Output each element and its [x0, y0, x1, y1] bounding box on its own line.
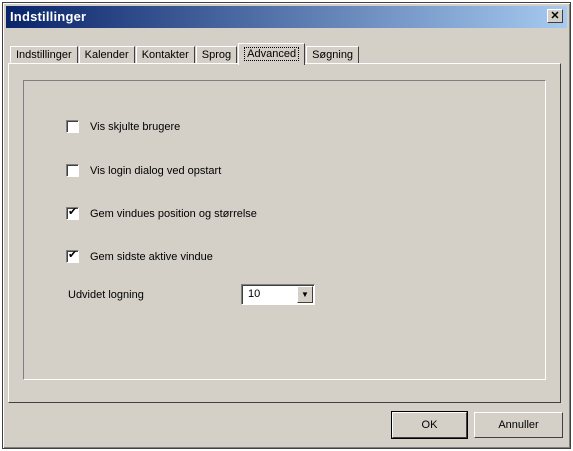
tab-strip: Indstillinger Kalender Kontakter Sprog A… — [10, 42, 360, 65]
close-button[interactable]: ✕ — [547, 9, 563, 23]
title-bar[interactable]: Indstillinger ✕ — [6, 6, 567, 28]
tab-label: Advanced — [244, 47, 300, 61]
option-label: Gem vindues position og størrelse — [90, 207, 257, 220]
logging-select[interactable]: 10 ▼ — [241, 284, 315, 305]
tab-kalender[interactable]: Kalender — [78, 46, 135, 64]
option-save-window-position[interactable]: Gem vindues position og størrelse — [66, 205, 257, 220]
option-save-last-window[interactable]: Gem sidste aktive vindue — [66, 248, 213, 263]
option-label: Gem sidste aktive vindue — [90, 250, 213, 263]
option-label: Vis skjulte brugere — [90, 120, 181, 133]
checkbox[interactable] — [66, 120, 79, 133]
checkbox-checked[interactable] — [66, 248, 79, 263]
dropdown-button[interactable]: ▼ — [297, 286, 313, 303]
chevron-down-icon: ▼ — [301, 290, 309, 299]
tab-indstillinger[interactable]: Indstillinger — [10, 46, 78, 64]
tab-sprog[interactable]: Sprog — [195, 46, 238, 64]
checkbox[interactable] — [66, 164, 79, 177]
tab-sogning[interactable]: Søgning — [306, 46, 360, 64]
tab-label: Indstillinger — [16, 49, 72, 61]
tab-panel — [8, 63, 561, 403]
option-show-hidden-users[interactable]: Vis skjulte brugere — [66, 120, 180, 133]
checkbox-checked[interactable] — [66, 205, 79, 220]
logging-label: Udvidet logning — [68, 289, 144, 301]
tab-label: Kontakter — [141, 49, 189, 61]
option-label: Vis login dialog ved opstart — [90, 164, 222, 177]
tab-label: Kalender — [84, 49, 129, 61]
close-icon: ✕ — [550, 10, 560, 22]
tab-label: Sprog — [201, 49, 232, 61]
window-title: Indstillinger — [10, 9, 87, 24]
tab-label: Søgning — [312, 49, 354, 61]
ok-button[interactable]: OK — [392, 412, 467, 438]
cancel-button[interactable]: Annuller — [474, 412, 563, 438]
logging-value: 10 — [248, 288, 261, 300]
option-show-login-dialog[interactable]: Vis login dialog ved opstart — [66, 164, 221, 177]
tab-advanced[interactable]: Advanced — [238, 43, 306, 65]
tab-kontakter[interactable]: Kontakter — [135, 46, 195, 64]
